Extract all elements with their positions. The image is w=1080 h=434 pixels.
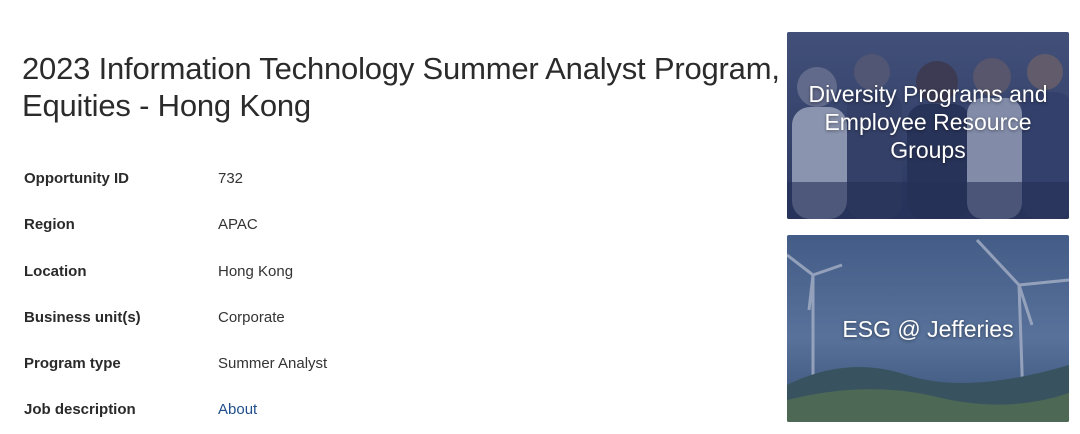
esg-card-label: ESG @ Jefferies bbox=[842, 316, 1014, 342]
detail-label: Business unit(s) bbox=[24, 308, 141, 326]
detail-row-job-description: Job description About bbox=[24, 387, 584, 433]
detail-label: Region bbox=[24, 216, 75, 234]
job-description-about-link[interactable]: About bbox=[218, 401, 257, 418]
detail-row-location: Location Hong Kong bbox=[24, 249, 584, 295]
job-details-list: Opportunity ID 732 Region APAC Location … bbox=[24, 156, 584, 434]
detail-value: 732 bbox=[218, 170, 244, 187]
esg-card[interactable]: ESG @ Jefferies bbox=[787, 235, 1069, 422]
detail-label: Opportunity ID bbox=[24, 170, 129, 187]
diversity-programs-card[interactable]: Diversity Programs and Employee Resource… bbox=[787, 32, 1069, 219]
detail-row-opportunity-id: Opportunity ID 732 bbox=[24, 156, 584, 202]
detail-value: Summer Analyst bbox=[218, 355, 328, 373]
detail-label: Location bbox=[24, 262, 87, 280]
detail-row-program-type: Program type Summer Analyst bbox=[24, 341, 584, 387]
detail-row-region: Region APAC bbox=[24, 202, 584, 248]
detail-label: Program type bbox=[24, 355, 121, 373]
detail-value: Hong Kong bbox=[218, 262, 294, 280]
detail-row-business-unit: Business unit(s) Corporate bbox=[24, 295, 584, 341]
diversity-card-label: Diversity Programs and Employee Resource… bbox=[808, 81, 1048, 163]
detail-value: Corporate bbox=[218, 308, 285, 326]
detail-label: Job description bbox=[24, 401, 136, 419]
page-title: 2023 Information Technology Summer Analy… bbox=[22, 51, 780, 123]
detail-value: APAC bbox=[218, 216, 258, 234]
